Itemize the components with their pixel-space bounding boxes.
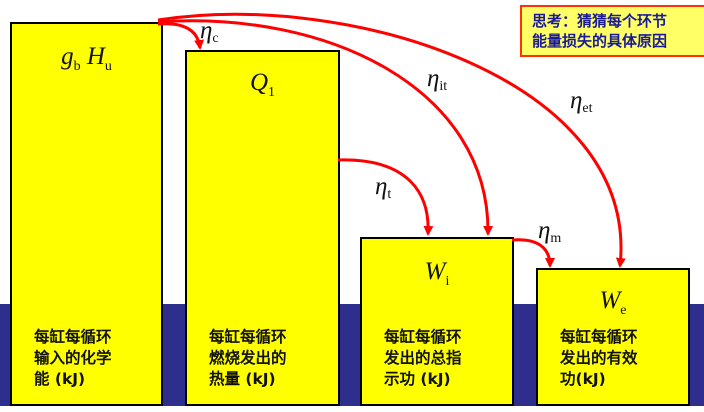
eta-sub: t: [387, 187, 392, 202]
eta-sub: c: [212, 31, 219, 46]
eta-sub: et: [582, 101, 593, 116]
label-eta-t: ηt: [375, 173, 392, 202]
eta-symbol: η: [538, 217, 551, 244]
eta-sub: it: [439, 79, 448, 94]
eta-symbol: η: [375, 173, 388, 200]
eta-sub: m: [550, 231, 562, 246]
eta-symbol: η: [427, 65, 440, 92]
label-eta-it: ηit: [427, 65, 448, 94]
label-eta-m: ηm: [538, 217, 562, 246]
eta-symbol: η: [200, 17, 213, 44]
arrow-eta-it: [157, 19, 494, 236]
efficiency-arrows: [157, 12, 626, 268]
eta-symbol: η: [570, 87, 583, 114]
arrow-eta-c: [157, 22, 205, 50]
label-eta-c: ηc: [200, 17, 219, 46]
label-eta-et: ηet: [570, 87, 593, 116]
